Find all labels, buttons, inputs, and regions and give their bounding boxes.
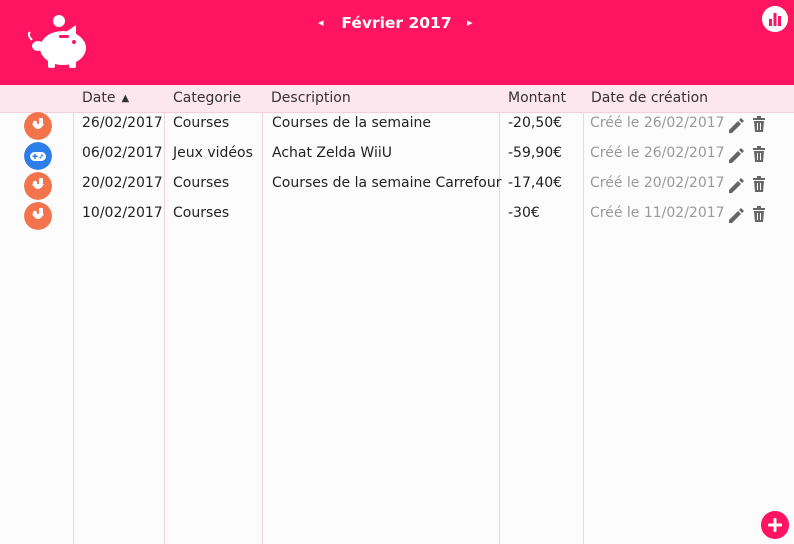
pencil-icon[interactable] — [726, 205, 744, 223]
column-header-amount[interactable]: Montant — [508, 90, 566, 106]
date-cell: 20/02/2017 — [82, 175, 163, 191]
description-cell: Achat Zelda WiiU — [272, 145, 392, 161]
app-header: ◂ Février 2017 ▸ — [0, 0, 794, 85]
table-row[interactable]: 20/02/2017 Courses Courses de la semaine C… — [0, 170, 794, 200]
column-header-category[interactable]: Categorie — [173, 90, 241, 106]
column-header-description[interactable]: Description — [271, 90, 351, 106]
table-header: Date ▲ Categorie Description Montant Date… — [0, 85, 794, 113]
category-cell: Courses — [173, 205, 230, 221]
category-cell: Courses — [173, 115, 230, 131]
groceries-icon — [24, 202, 52, 230]
pencil-icon[interactable] — [726, 175, 744, 193]
amount-cell: -20,50€ — [508, 115, 563, 131]
sort-ascending-icon: ▲ — [121, 93, 130, 104]
table-row[interactable]: 10/02/2017 Courses -30€ Créé le 11/02/2017 — [0, 200, 794, 230]
previous-month-button[interactable]: ◂ — [318, 16, 324, 29]
column-header-date-label: Date — [82, 90, 116, 106]
category-cell: Courses — [173, 175, 230, 191]
gamepad-icon — [24, 142, 52, 170]
trash-icon[interactable] — [750, 205, 768, 223]
groceries-icon — [24, 112, 52, 140]
pencil-icon[interactable] — [726, 145, 744, 163]
trash-icon[interactable] — [750, 145, 768, 163]
created-date-cell: Créé le 20/02/2017 — [590, 175, 725, 191]
table-row[interactable]: 26/02/2017 Courses Courses de la semaine -2… — [0, 110, 794, 140]
column-header-date[interactable]: Date ▲ — [82, 90, 129, 106]
category-cell: Jeux vidéos — [173, 145, 253, 161]
piggy-bank-icon — [27, 15, 86, 68]
bar-chart-icon[interactable] — [762, 6, 788, 32]
column-header-created[interactable]: Date de création — [591, 90, 708, 106]
amount-cell: -30€ — [508, 205, 540, 221]
pencil-icon[interactable] — [726, 115, 744, 133]
date-cell: 06/02/2017 — [82, 145, 163, 161]
plus-icon[interactable] — [761, 511, 789, 539]
trash-icon[interactable] — [750, 175, 768, 193]
trash-icon[interactable] — [750, 115, 768, 133]
description-cell: Courses de la semaine Carrefour — [272, 175, 502, 191]
created-date-cell: Créé le 11/02/2017 — [590, 205, 725, 221]
date-cell: 26/02/2017 — [82, 115, 163, 131]
groceries-icon — [24, 172, 52, 200]
next-month-button[interactable]: ▸ — [467, 16, 473, 29]
table-row[interactable]: 06/02/2017 Jeux vidéos Achat Zelda WiiU -59… — [0, 140, 794, 170]
month-title: Février 2017 — [341, 14, 452, 32]
amount-cell: -17,40€ — [508, 175, 563, 191]
created-date-cell: Créé le 26/02/2017 — [590, 145, 725, 161]
amount-cell: -59,90€ — [508, 145, 563, 161]
date-cell: 10/02/2017 — [82, 205, 163, 221]
description-cell: Courses de la semaine — [272, 115, 431, 131]
created-date-cell: Créé le 26/02/2017 — [590, 115, 725, 131]
